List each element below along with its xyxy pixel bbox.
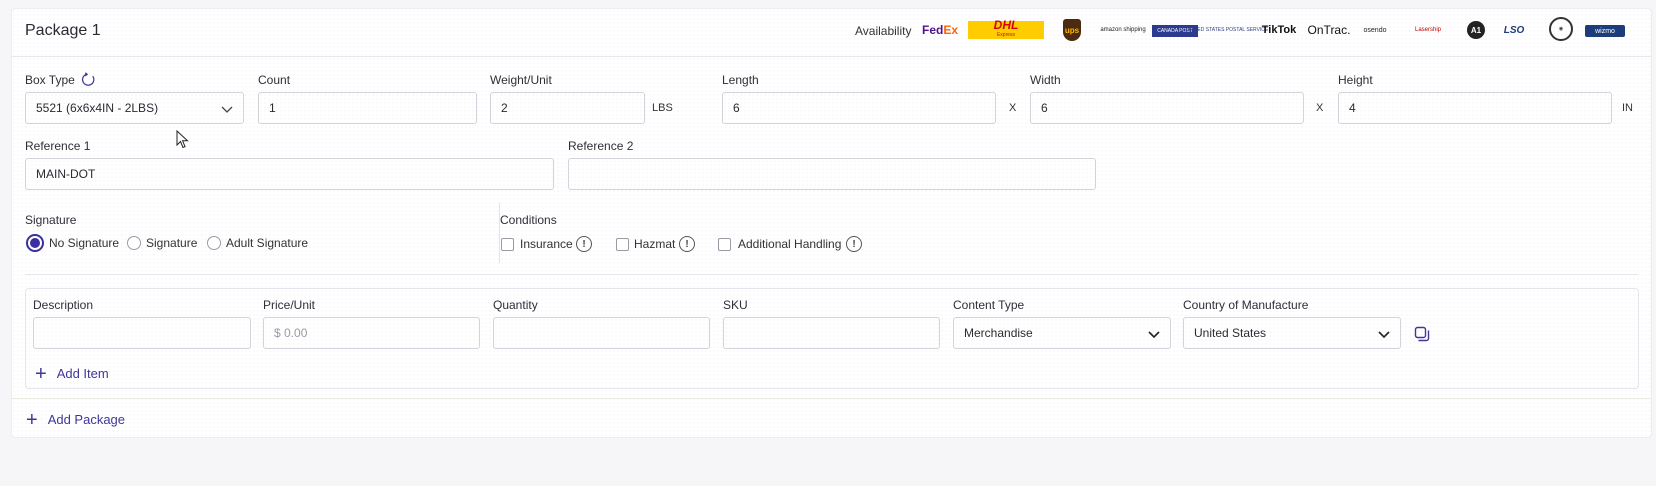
fedex-logo: Fed Ex bbox=[921, 23, 959, 37]
wizmo-logo: wizmo bbox=[1585, 25, 1625, 37]
carrier-badge-logo: ◉ bbox=[1549, 17, 1573, 41]
mouse-cursor-icon bbox=[176, 130, 189, 149]
additional-handling-checkbox[interactable] bbox=[718, 238, 731, 251]
reference-1-label: Reference 1 bbox=[25, 139, 91, 153]
weight-input[interactable]: 2 bbox=[490, 92, 645, 124]
length-label: Length bbox=[722, 73, 759, 87]
box-type-value: 5521 (6x6x4IN - 2LBS) bbox=[36, 101, 159, 115]
content-type-value: Merchandise bbox=[964, 326, 1033, 340]
country-value: United States bbox=[1194, 326, 1267, 340]
hazmat-label: Hazmat bbox=[634, 237, 676, 251]
dhl-logo: DHL Express bbox=[968, 19, 1044, 39]
package-bottom-divider bbox=[12, 398, 1652, 399]
add-item-label: Add Item bbox=[56, 366, 109, 381]
radio-signature[interactable] bbox=[127, 236, 141, 250]
ups-logo: ups bbox=[1063, 19, 1081, 41]
chevron-down-icon bbox=[1378, 331, 1390, 339]
radio-adult-signature-label: Adult Signature bbox=[226, 236, 309, 250]
weight-label: Weight/Unit bbox=[490, 73, 552, 87]
radio-adult-signature[interactable] bbox=[207, 236, 221, 250]
tiktok-logo: TikTok bbox=[1261, 24, 1297, 36]
length-input[interactable]: 6 bbox=[722, 92, 996, 124]
lasership-logo: Lasership bbox=[1414, 27, 1441, 33]
add-package-button[interactable]: + Add Package bbox=[26, 408, 126, 431]
plus-icon: + bbox=[35, 362, 47, 385]
plus-icon: + bbox=[26, 408, 38, 431]
box-type-select[interactable]: 5521 (6x6x4IN - 2LBS) bbox=[25, 92, 244, 124]
weight-unit: LBS bbox=[652, 102, 673, 114]
count-label: Count bbox=[258, 73, 291, 87]
sku-label: SKU bbox=[723, 298, 748, 312]
amazon-shipping-logo: amazon shipping bbox=[1100, 27, 1146, 33]
quantity-label: Quantity bbox=[493, 298, 538, 312]
reference-2-input[interactable] bbox=[568, 158, 1096, 190]
hazmat-info-icon[interactable]: ! bbox=[679, 236, 695, 252]
height-input[interactable]: 4 bbox=[1338, 92, 1612, 124]
height-label: Height bbox=[1338, 73, 1373, 87]
reference-2-label: Reference 2 bbox=[568, 139, 634, 153]
dim-separator-1: X bbox=[1009, 102, 1017, 114]
hazmat-checkbox[interactable] bbox=[616, 238, 629, 251]
country-label: Country of Manufacture bbox=[1183, 298, 1309, 312]
width-label: Width bbox=[1030, 73, 1061, 87]
chevron-down-icon bbox=[1148, 331, 1160, 339]
section-divider-horizontal bbox=[25, 274, 1638, 275]
insurance-checkbox[interactable] bbox=[501, 238, 514, 251]
reference-1-input[interactable]: MAIN-DOT bbox=[25, 158, 554, 190]
a1-logo: A1 bbox=[1467, 21, 1485, 39]
add-package-label: Add Package bbox=[47, 412, 126, 427]
header-divider bbox=[12, 56, 1652, 57]
copy-icon[interactable] bbox=[1414, 326, 1430, 342]
usps-logo: UNITED STATES POSTAL SERVICE bbox=[1185, 27, 1269, 33]
count-input[interactable]: 1 bbox=[258, 92, 477, 124]
signature-label: Signature bbox=[25, 213, 77, 227]
add-item-button[interactable]: + Add Item bbox=[35, 362, 109, 385]
chevron-down-icon bbox=[221, 106, 233, 113]
package-title: Package 1 bbox=[25, 22, 101, 39]
content-type-label: Content Type bbox=[953, 298, 1025, 312]
lso-logo: LSO bbox=[1503, 24, 1525, 36]
insurance-info-icon[interactable]: ! bbox=[576, 236, 592, 252]
country-select[interactable]: United States bbox=[1183, 317, 1401, 349]
ontrac-logo: OnTrac. bbox=[1307, 23, 1351, 37]
quantity-input[interactable] bbox=[493, 317, 710, 349]
price-label: Price/Unit bbox=[263, 298, 316, 312]
price-input[interactable]: $ 0.00 bbox=[263, 317, 480, 349]
conditions-label: Conditions bbox=[500, 213, 557, 227]
radio-no-signature[interactable] bbox=[26, 234, 44, 252]
additional-handling-info-icon[interactable]: ! bbox=[846, 236, 862, 252]
box-type-label: Box Type bbox=[25, 73, 75, 87]
section-divider-vertical bbox=[499, 203, 500, 263]
dim-unit: IN bbox=[1622, 102, 1633, 114]
refresh-icon[interactable] bbox=[81, 72, 96, 87]
osendo-logo: osendo bbox=[1363, 26, 1387, 34]
additional-handling-label: Additional Handling bbox=[738, 237, 842, 251]
dim-separator-2: X bbox=[1316, 102, 1324, 114]
radio-no-signature-label: No Signature bbox=[49, 236, 120, 250]
sku-input[interactable] bbox=[723, 317, 940, 349]
radio-signature-label: Signature bbox=[146, 236, 198, 250]
availability-label: Availability bbox=[855, 24, 912, 38]
content-type-select[interactable]: Merchandise bbox=[953, 317, 1171, 349]
insurance-label: Insurance bbox=[520, 237, 573, 251]
width-input[interactable]: 6 bbox=[1030, 92, 1304, 124]
description-label: Description bbox=[33, 298, 94, 312]
description-input[interactable] bbox=[33, 317, 251, 349]
